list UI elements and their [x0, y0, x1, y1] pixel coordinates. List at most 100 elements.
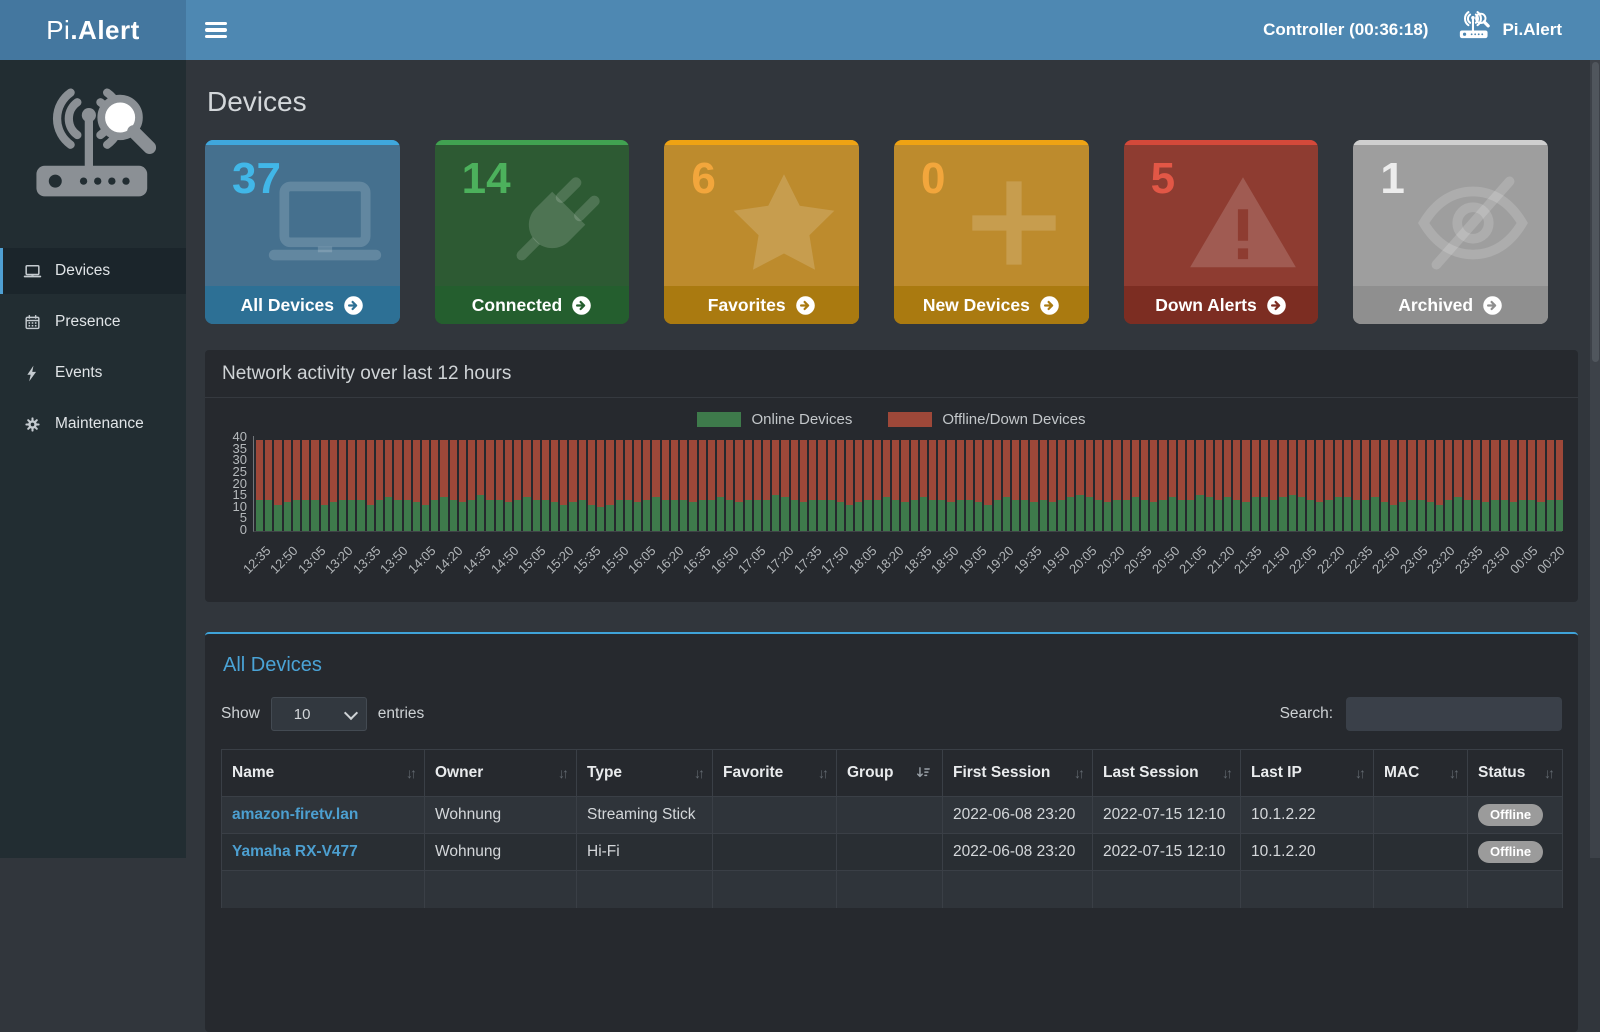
- arrow-circle-icon: [571, 295, 592, 316]
- column-header-name[interactable]: Name↓↑: [222, 750, 425, 797]
- network-activity-panel: Network activity over last 12 hours Onli…: [205, 350, 1578, 602]
- router-magnifier-logo: [22, 88, 164, 220]
- column-header-last-session[interactable]: Last Session↓↑: [1093, 750, 1241, 797]
- x-tick-label: 14:20: [432, 543, 466, 577]
- x-tick-label: 21:50: [1259, 543, 1293, 577]
- cell-last_session: 2022-07-15 12:10: [1093, 834, 1241, 871]
- app-chip[interactable]: Pi.Alert: [1456, 11, 1562, 49]
- chart-bar: [477, 440, 484, 531]
- chart-bar: [542, 440, 549, 531]
- card-archived[interactable]: 1Archived: [1353, 140, 1548, 324]
- show-label: Show: [221, 705, 260, 723]
- star-icon: [723, 162, 845, 284]
- card-all-devices[interactable]: 37All Devices: [205, 140, 400, 324]
- card-footer-link[interactable]: Favorites: [664, 286, 859, 324]
- chart-bar: [440, 440, 447, 531]
- chart-bar: [855, 440, 862, 531]
- column-header-group[interactable]: Group: [837, 750, 943, 797]
- brand-prefix: Pi: [46, 15, 70, 46]
- column-header-status[interactable]: Status↓↑: [1468, 750, 1563, 797]
- arrow-circle-icon: [1482, 295, 1503, 316]
- app-label: Pi.Alert: [1502, 20, 1562, 40]
- sidebar-item-presence[interactable]: Presence: [0, 299, 186, 345]
- card-footer-link[interactable]: All Devices: [205, 286, 400, 324]
- card-footer-link[interactable]: New Devices: [894, 286, 1089, 324]
- x-tick-label: 13:50: [377, 543, 411, 577]
- x-tick-label: 23:20: [1424, 543, 1458, 577]
- chart-bar: [772, 440, 779, 531]
- x-tick-label: 14:35: [460, 543, 494, 577]
- chart-bar: [348, 440, 355, 531]
- sidebar-item-events[interactable]: Events: [0, 350, 186, 396]
- x-tick-label: 18:05: [846, 543, 880, 577]
- sidebar-toggle-icon[interactable]: [205, 18, 227, 42]
- scrollbar-thumb[interactable]: [1592, 62, 1599, 362]
- arrow-circle-icon: [1266, 295, 1287, 316]
- chart-bar: [1242, 440, 1249, 531]
- card-label: Archived: [1398, 295, 1473, 316]
- chart-bar: [662, 440, 669, 531]
- laptop-icon: [23, 262, 42, 281]
- device-name-link[interactable]: Yamaha RX-V477: [232, 843, 358, 860]
- device-name-link[interactable]: amazon-firetv.lan: [232, 806, 358, 823]
- chart-bar: [1067, 440, 1074, 531]
- x-tick-label: 17:50: [818, 543, 852, 577]
- chart-bar: [1233, 440, 1240, 531]
- chart-bar: [911, 440, 918, 531]
- summary-cards: 37All Devices14Connected6Favorites0New D…: [205, 140, 1578, 324]
- chart-bar: [901, 440, 908, 531]
- sidebar-item-maintenance[interactable]: Maintenance: [0, 401, 186, 447]
- search-input[interactable]: [1346, 697, 1562, 731]
- chart-bar: [1169, 440, 1176, 531]
- card-footer-link[interactable]: Down Alerts: [1124, 286, 1319, 324]
- column-header-mac[interactable]: MAC↓↑: [1374, 750, 1468, 797]
- brand-logo[interactable]: Pi.Alert: [0, 0, 186, 60]
- card-down-alerts[interactable]: 5Down Alerts: [1124, 140, 1319, 324]
- card-new-devices[interactable]: 0New Devices: [894, 140, 1089, 324]
- page-length-select-wrap: 10: [271, 697, 367, 731]
- sort-icon: ↓↑: [406, 765, 414, 781]
- x-tick-label: 22:50: [1369, 543, 1403, 577]
- card-footer-link[interactable]: Connected: [435, 286, 630, 324]
- chart-bar: [1289, 440, 1296, 531]
- x-tick-label: 19:50: [1039, 543, 1073, 577]
- x-tick-label: 20:50: [1149, 543, 1183, 577]
- sidebar-item-devices[interactable]: Devices: [0, 248, 186, 294]
- chart-bar: [376, 440, 383, 531]
- chart-body: 4035302520151050 12:3512:5013:0513:2013:…: [205, 434, 1578, 602]
- chart-bar: [984, 440, 991, 531]
- arrow-circle-icon: [343, 295, 364, 316]
- chart-bar: [1123, 440, 1130, 531]
- column-header-last-ip[interactable]: Last IP↓↑: [1241, 750, 1374, 797]
- x-tick-label: 16:05: [625, 543, 659, 577]
- chart-bar: [874, 440, 881, 531]
- page-scrollbar[interactable]: [1590, 60, 1600, 858]
- x-tick-label: 16:50: [708, 543, 742, 577]
- page-length-control: Show 10 entries: [221, 697, 424, 731]
- card-favorites[interactable]: 6Favorites: [664, 140, 859, 324]
- chart-bar: [1141, 440, 1148, 531]
- sidebar-item-label: Maintenance: [55, 415, 144, 433]
- x-tick-label: 16:20: [653, 543, 687, 577]
- chart-bar: [800, 440, 807, 531]
- chart-bar: [1408, 440, 1415, 531]
- chart-bar: [579, 440, 586, 531]
- plug-icon: [493, 162, 615, 284]
- column-header-first-session[interactable]: First Session↓↑: [943, 750, 1093, 797]
- plus-icon: [953, 162, 1075, 284]
- card-connected[interactable]: 14Connected: [435, 140, 630, 324]
- column-header-type[interactable]: Type↓↑: [577, 750, 713, 797]
- card-footer-link[interactable]: Archived: [1353, 286, 1548, 324]
- page-length-select[interactable]: 10: [271, 697, 367, 731]
- chart-bar: [311, 440, 318, 531]
- chart-bar: [450, 440, 457, 531]
- chart-bar: [551, 440, 558, 531]
- column-header-favorite[interactable]: Favorite↓↑: [713, 750, 837, 797]
- chart-bar: [809, 440, 816, 531]
- arrow-circle-icon: [343, 295, 364, 316]
- legend-swatch: [888, 412, 932, 427]
- devices-table-body: amazon-firetv.lanWohnungStreaming Stick2…: [222, 797, 1563, 908]
- x-tick-label: 18:50: [928, 543, 962, 577]
- status-badge: Offline: [1478, 804, 1543, 825]
- column-header-owner[interactable]: Owner↓↑: [425, 750, 577, 797]
